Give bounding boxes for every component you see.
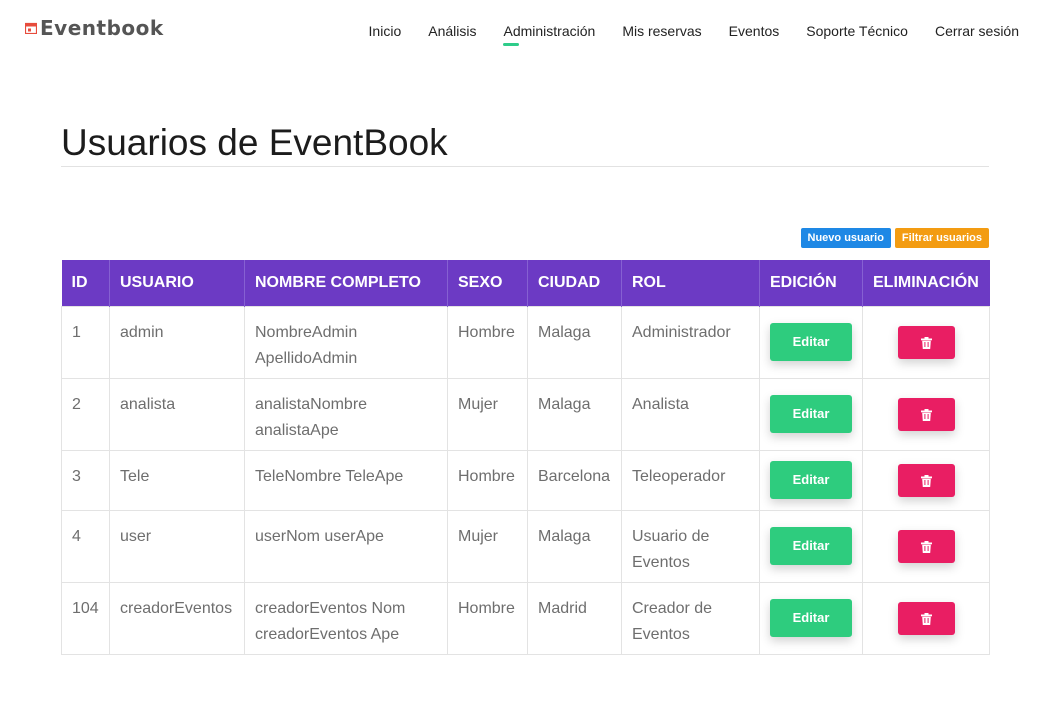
cell-id: 104	[61, 581, 110, 655]
cell-id: 2	[61, 377, 110, 451]
cell-edicion: Editar	[759, 377, 863, 451]
cell-usuario: creadorEventos	[109, 581, 245, 655]
table-row: 1 admin NombreAdmin ApellidoAdmin Hombre…	[61, 305, 990, 379]
delete-button[interactable]	[897, 529, 955, 563]
cell-ciudad: Malaga	[527, 305, 622, 379]
edit-button[interactable]: Editar	[770, 395, 852, 433]
brand-name: Eventbook	[40, 16, 164, 40]
cell-eliminacion	[862, 449, 990, 511]
trash-icon	[920, 408, 932, 421]
nav-item-administracion[interactable]: Administración	[503, 23, 595, 46]
cell-id: 1	[61, 305, 110, 379]
cell-eliminacion	[862, 581, 990, 655]
trash-icon	[920, 336, 932, 349]
cell-rol: Administrador	[621, 305, 760, 379]
title-divider	[61, 166, 989, 167]
cell-ciudad: Malaga	[527, 509, 622, 583]
cell-edicion: Editar	[759, 449, 863, 511]
delete-button[interactable]	[897, 601, 955, 635]
cell-rol: Usuario de Eventos	[621, 509, 760, 583]
delete-button[interactable]	[897, 397, 955, 431]
cell-ciudad: Malaga	[527, 377, 622, 451]
column-header-nombre-completo: NOMBRE COMPLETO	[244, 260, 448, 306]
cell-edicion: Editar	[759, 305, 863, 379]
users-table-container: ID USUARIO NOMBRE COMPLETO SEXO CIUDAD R…	[61, 260, 990, 655]
nav-item-mis-reservas[interactable]: Mis reservas	[622, 23, 701, 40]
cell-sexo: Hombre	[447, 581, 528, 655]
cell-nombre: TeleNombre TeleApe	[244, 449, 448, 511]
edit-button[interactable]: Editar	[770, 461, 852, 499]
cell-id: 3	[61, 449, 110, 511]
cell-eliminacion	[862, 377, 990, 451]
column-header-sexo: SEXO	[447, 260, 528, 306]
cell-sexo: Hombre	[447, 449, 528, 511]
cell-ciudad: Barcelona	[527, 449, 622, 511]
cell-nombre: creadorEventos Nom creadorEventos Ape	[244, 581, 448, 655]
trash-icon	[920, 612, 932, 625]
nav-item-analisis[interactable]: Análisis	[428, 23, 476, 40]
new-user-button[interactable]: Nuevo usuario	[800, 228, 891, 248]
column-header-rol: ROL	[621, 260, 760, 306]
table-actions: Nuevo usuario Filtrar usuarios	[800, 228, 989, 248]
trash-icon	[920, 540, 932, 553]
cell-rol: Analista	[621, 377, 760, 451]
navbar: Eventbook Inicio Análisis Administración…	[0, 0, 1050, 62]
trash-icon	[920, 474, 932, 487]
edit-button[interactable]: Editar	[770, 599, 852, 637]
nav-item-cerrar-sesion[interactable]: Cerrar sesión	[935, 23, 1019, 40]
table-header-row: ID USUARIO NOMBRE COMPLETO SEXO CIUDAD R…	[61, 260, 990, 306]
calendar-icon	[25, 22, 37, 34]
nav-item-eventos[interactable]: Eventos	[729, 23, 780, 40]
cell-rol: Creador de Eventos	[621, 581, 760, 655]
cell-nombre: userNom userApe	[244, 509, 448, 583]
column-header-usuario: USUARIO	[109, 260, 245, 306]
delete-button[interactable]	[897, 325, 955, 359]
cell-id: 4	[61, 509, 110, 583]
cell-usuario: Tele	[109, 449, 245, 511]
cell-usuario: analista	[109, 377, 245, 451]
main-nav: Inicio Análisis Administración Mis reser…	[342, 23, 1019, 46]
cell-eliminacion	[862, 509, 990, 583]
table-row: 104 creadorEventos creadorEventos Nom cr…	[61, 581, 990, 655]
cell-edicion: Editar	[759, 581, 863, 655]
cell-sexo: Mujer	[447, 509, 528, 583]
cell-eliminacion	[862, 305, 990, 379]
edit-button[interactable]: Editar	[770, 527, 852, 565]
edit-button[interactable]: Editar	[770, 323, 852, 361]
cell-sexo: Hombre	[447, 305, 528, 379]
table-row: 4 user userNom userApe Mujer Malaga Usua…	[61, 509, 990, 583]
cell-edicion: Editar	[759, 509, 863, 583]
cell-sexo: Mujer	[447, 377, 528, 451]
column-header-edicion: EDICIÓN	[759, 260, 863, 306]
column-header-ciudad: CIUDAD	[527, 260, 622, 306]
filter-users-button[interactable]: Filtrar usuarios	[894, 228, 989, 248]
cell-nombre: analistaNombre analistaApe	[244, 377, 448, 451]
table-row: 3 Tele TeleNombre TeleApe Hombre Barcelo…	[61, 449, 990, 511]
brand-logo[interactable]: Eventbook	[25, 17, 164, 39]
cell-nombre: NombreAdmin ApellidoAdmin	[244, 305, 448, 379]
cell-rol: Teleoperador	[621, 449, 760, 511]
delete-button[interactable]	[897, 463, 955, 497]
nav-item-inicio[interactable]: Inicio	[369, 23, 402, 40]
column-header-eliminacion: ELIMINACIÓN	[862, 260, 990, 306]
nav-item-soporte-tecnico[interactable]: Soporte Técnico	[806, 23, 908, 40]
users-table: ID USUARIO NOMBRE COMPLETO SEXO CIUDAD R…	[61, 260, 990, 655]
table-row: 2 analista analistaNombre analistaApe Mu…	[61, 377, 990, 451]
cell-usuario: admin	[109, 305, 245, 379]
column-header-id: ID	[61, 260, 110, 306]
cell-usuario: user	[109, 509, 245, 583]
cell-ciudad: Madrid	[527, 581, 622, 655]
page-title: Usuarios de EventBook	[61, 122, 448, 163]
